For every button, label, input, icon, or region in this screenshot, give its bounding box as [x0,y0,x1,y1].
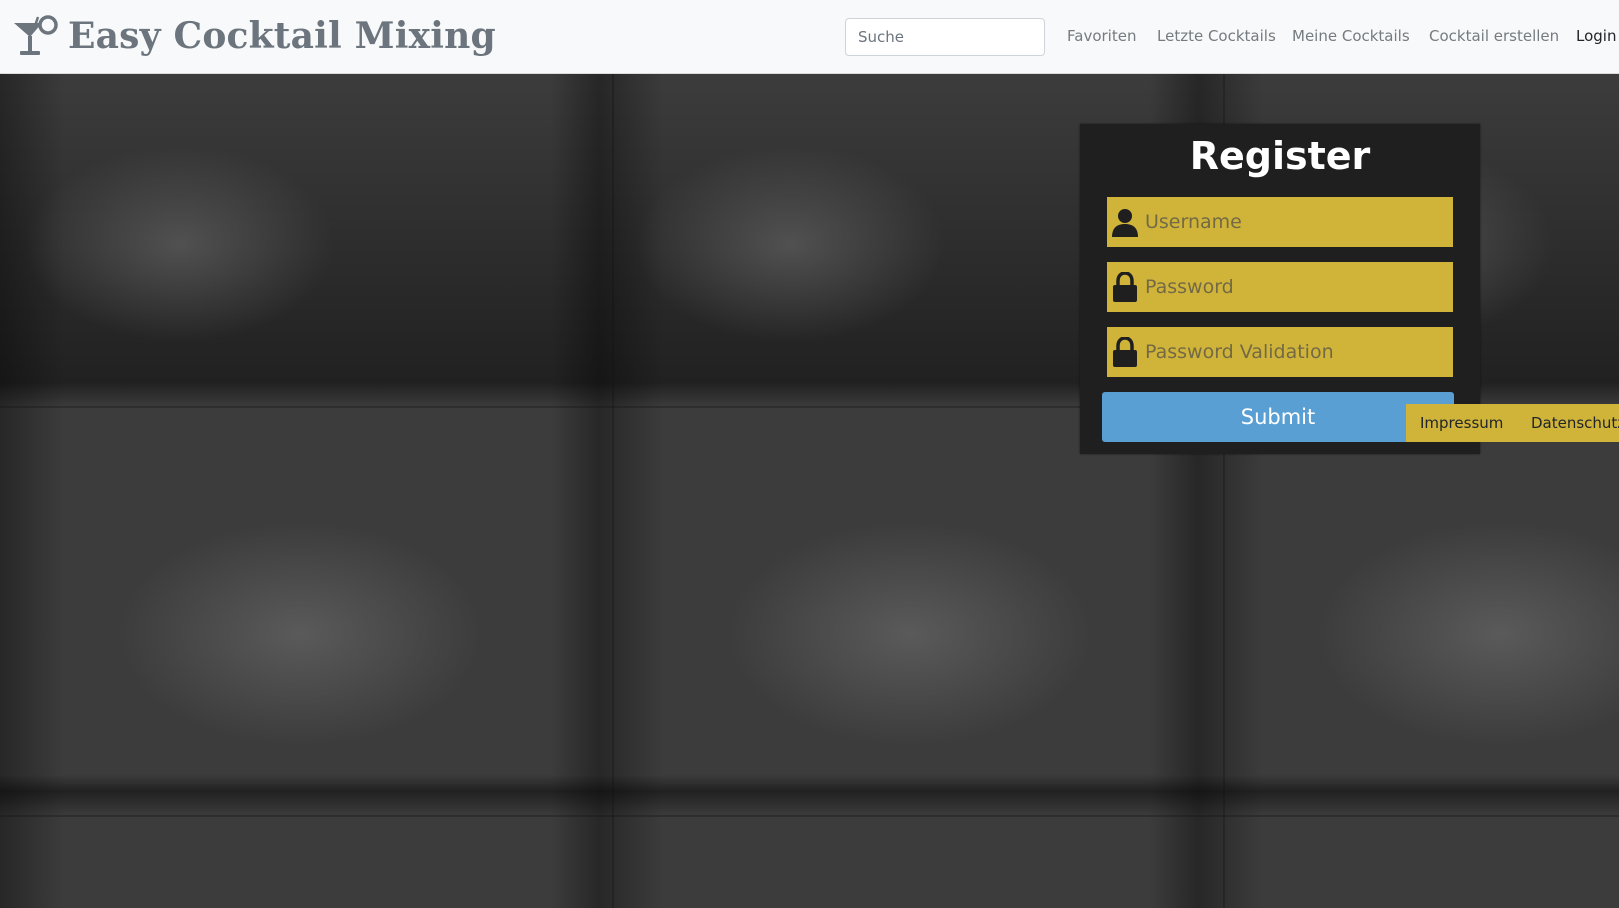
nav-links: Favoriten Letzte Cocktails Meine Cocktai… [1053,0,1619,74]
user-icon [1112,209,1138,237]
password-validation-input[interactable] [1145,329,1445,375]
nav-login[interactable]: Login [1576,27,1616,45]
footer-datenschutz-link[interactable]: Datenschutz [1531,414,1619,432]
nav-meine-cocktails[interactable]: Meine Cocktails [1292,27,1410,45]
top-navbar: Easy Cocktail Mixing Favoriten Letzte Co… [0,0,1619,74]
brand[interactable]: Easy Cocktail Mixing [12,10,496,62]
submit-button[interactable]: Submit [1102,392,1454,442]
password-field[interactable] [1107,262,1453,312]
search-input[interactable] [845,18,1045,56]
username-field[interactable] [1107,197,1453,247]
footer-bar: Impressum Datenschutz [1406,404,1619,442]
background-seam-horizontal [0,815,1619,817]
nav-cocktail-erstellen[interactable]: Cocktail erstellen [1429,27,1559,45]
lock-icon [1113,272,1137,302]
password-input[interactable] [1145,264,1445,310]
register-title: Register [1189,134,1371,178]
lock-icon [1113,337,1137,367]
background-seam-vertical [612,74,614,908]
nav-letzte-cocktails[interactable]: Letzte Cocktails [1157,27,1276,45]
cocktail-glass-icon [14,15,58,55]
username-input[interactable] [1145,199,1445,245]
footer-impressum-link[interactable]: Impressum [1420,414,1503,432]
brand-title: Easy Cocktail Mixing [68,15,496,57]
nav-favoriten[interactable]: Favoriten [1067,27,1136,45]
password-validation-field[interactable] [1107,327,1453,377]
